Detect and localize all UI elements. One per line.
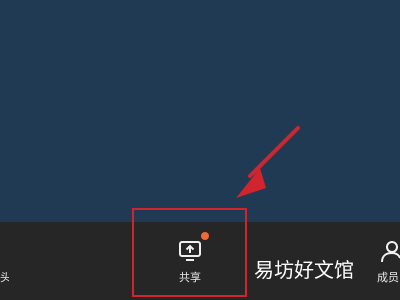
members-label: 成员 (377, 271, 399, 284)
toolbar-left-item-label: 头 (0, 272, 9, 284)
watermark-text: 易坊好文馆 (254, 258, 354, 282)
screen-share-icon (179, 241, 201, 261)
share-label: 共享 (179, 271, 201, 284)
video-area (0, 0, 400, 222)
notification-dot (201, 232, 209, 240)
members-icon[interactable] (378, 240, 400, 264)
